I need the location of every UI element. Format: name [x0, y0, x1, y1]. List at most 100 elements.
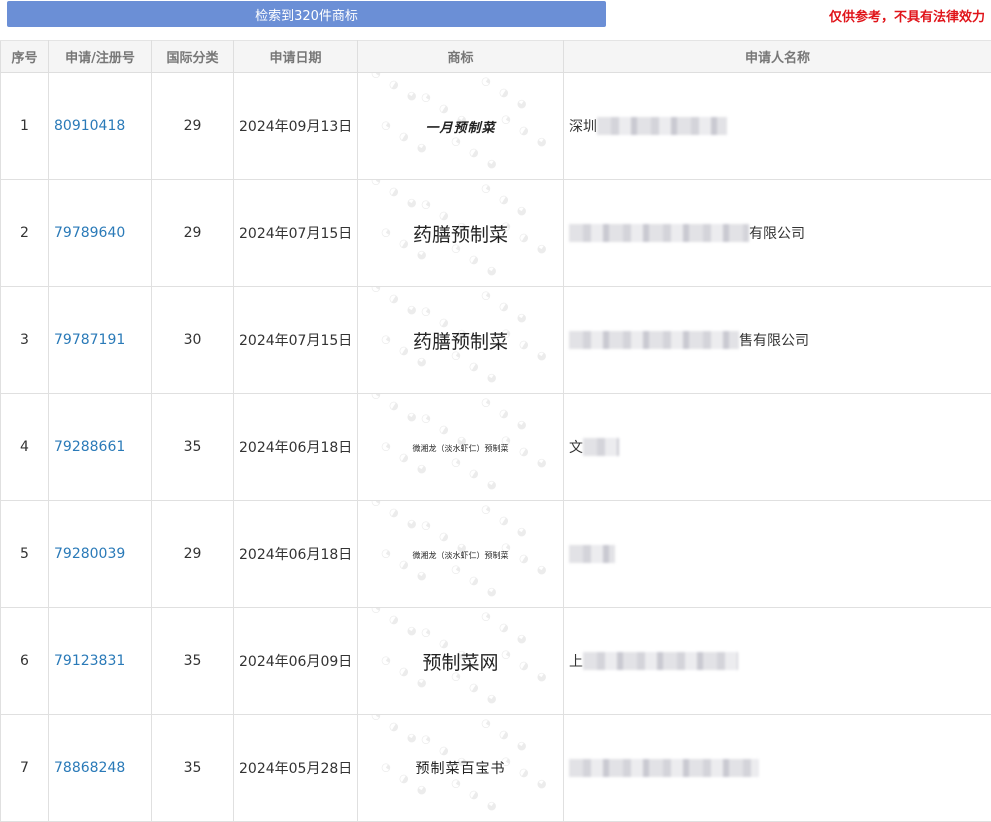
- row-seq: 5: [1, 501, 49, 608]
- trademark-image: 微湘龙（淡水虾仁）预制菜: [413, 551, 509, 560]
- col-header-date[interactable]: 申请日期: [234, 41, 358, 73]
- watermark-glyph: ◔ ◑ ◕: [449, 561, 503, 602]
- row-reg-no: 80910418: [49, 73, 152, 180]
- table-row[interactable]: 579280039292024年06月18日◔ ◑ ◕◔ ◑ ◕◔ ◑ ◕◔ ◑…: [1, 501, 991, 608]
- watermark-glyph: ◔ ◑ ◕: [499, 111, 553, 152]
- row-date: 2024年06月09日: [234, 608, 358, 715]
- reg-no-link[interactable]: 79787191: [54, 332, 125, 348]
- trademark-table: 序号 申请/注册号 国际分类 申请日期 商标 申请人名称 1 80910418 29…: [0, 40, 991, 822]
- watermark-glyph: ◔ ◑ ◕: [369, 180, 423, 213]
- row-seq: 7: [1, 715, 49, 822]
- watermark-glyph: ◔ ◑ ◕: [479, 608, 533, 649]
- watermark-glyph: ◔ ◑ ◕: [449, 454, 503, 495]
- watermark-glyph: ◔ ◑ ◕: [479, 715, 533, 756]
- row-mark[interactable]: ◔ ◑ ◕◔ ◑ ◕◔ ◑ ◕◔ ◑ ◕◔ ◑ ◕◔ ◑ ◕一月预制菜: [358, 73, 564, 180]
- row-date: 2024年06月18日: [234, 394, 358, 501]
- reg-no-link[interactable]: 78868248: [54, 760, 125, 776]
- row-applicant: 有限公司: [564, 180, 991, 287]
- watermark-glyph: ◔ ◑ ◕: [449, 240, 503, 281]
- watermark-glyph: ◔ ◑ ◕: [369, 73, 423, 106]
- watermark-glyph: ◔ ◑ ◕: [369, 287, 423, 320]
- table-row[interactable]: 679123831352024年06月09日◔ ◑ ◕◔ ◑ ◕◔ ◑ ◕◔ ◑…: [1, 608, 991, 715]
- row-mark[interactable]: ◔ ◑ ◕◔ ◑ ◕◔ ◑ ◕◔ ◑ ◕◔ ◑ ◕◔ ◑ ◕微湘龙（淡水虾仁）预…: [358, 501, 564, 608]
- row-class: 35: [152, 394, 234, 501]
- row-seq: 4: [1, 394, 49, 501]
- row-mark[interactable]: ◔ ◑ ◕◔ ◑ ◕◔ ◑ ◕◔ ◑ ◕◔ ◑ ◕◔ ◑ ◕药膳预制菜: [358, 287, 564, 394]
- watermark-glyph: ◔ ◑ ◕: [479, 287, 533, 328]
- watermark-glyph: ◔ ◑ ◕: [479, 394, 533, 435]
- reg-no-link[interactable]: 79123831: [54, 653, 125, 669]
- col-header-applicant[interactable]: 申请人名称: [564, 41, 991, 73]
- row-applicant: 文: [564, 394, 991, 501]
- row-class: 29: [152, 73, 234, 180]
- row-date: 2024年05月28日: [234, 715, 358, 822]
- watermark-glyph: ◔ ◑ ◕: [449, 347, 503, 388]
- trademark-image: 一月预制菜: [425, 121, 495, 136]
- watermark-glyph: ◔ ◑ ◕: [479, 501, 533, 542]
- row-date: 2024年06月18日: [234, 501, 358, 608]
- applicant-redacted: [569, 224, 749, 242]
- trademark-image: 药膳预制菜: [413, 224, 508, 246]
- row-mark[interactable]: ◔ ◑ ◕◔ ◑ ◕◔ ◑ ◕◔ ◑ ◕◔ ◑ ◕◔ ◑ ◕微湘龙（淡水虾仁）预…: [358, 394, 564, 501]
- applicant-visible-text: 文: [569, 440, 583, 456]
- row-applicant: [564, 715, 991, 822]
- row-class: 30: [152, 287, 234, 394]
- row-class: 29: [152, 501, 234, 608]
- row-seq: 2: [1, 180, 49, 287]
- applicant-visible-suffix: 有限公司: [749, 226, 805, 242]
- row-seq: 6: [1, 608, 49, 715]
- row-class: 29: [152, 180, 234, 287]
- row-reg-no: 79787191: [49, 287, 152, 394]
- table-row[interactable]: 479288661352024年06月18日◔ ◑ ◕◔ ◑ ◕◔ ◑ ◕◔ ◑…: [1, 394, 991, 501]
- applicant-redacted: [569, 759, 759, 777]
- row-applicant: 售有限公司: [564, 287, 991, 394]
- watermark-glyph: ◔ ◑ ◕: [499, 753, 553, 794]
- watermark-glyph: ◔ ◑ ◕: [369, 394, 423, 427]
- trademark-image: 药膳预制菜: [413, 331, 508, 353]
- watermark-glyph: ◔ ◑ ◕: [479, 73, 533, 114]
- row-applicant: 上: [564, 608, 991, 715]
- col-header-seq[interactable]: 序号: [1, 41, 49, 73]
- watermark-glyph: ◔ ◑ ◕: [449, 133, 503, 174]
- reg-no-link[interactable]: 79280039: [54, 546, 125, 562]
- trademark-image: 预制菜百宝书: [416, 761, 506, 777]
- table-header-row: 序号 申请/注册号 国际分类 申请日期 商标 申请人名称: [1, 41, 991, 73]
- row-applicant: 深圳: [564, 73, 991, 180]
- row-reg-no: 78868248: [49, 715, 152, 822]
- row-date: 2024年09月13日: [234, 73, 358, 180]
- row-class: 35: [152, 608, 234, 715]
- row-seq: 1: [1, 73, 49, 180]
- row-class: 35: [152, 715, 234, 822]
- table-row[interactable]: 379787191302024年07月15日◔ ◑ ◕◔ ◑ ◕◔ ◑ ◕◔ ◑…: [1, 287, 991, 394]
- row-reg-no: 79288661: [49, 394, 152, 501]
- watermark-glyph: ◔ ◑ ◕: [369, 715, 423, 748]
- row-date: 2024年07月15日: [234, 287, 358, 394]
- reg-no-link[interactable]: 79789640: [54, 225, 125, 241]
- trademark-image: 微湘龙（淡水虾仁）预制菜: [413, 444, 509, 453]
- applicant-redacted: [569, 331, 739, 349]
- watermark-glyph: ◔ ◑ ◕: [369, 501, 423, 534]
- col-header-reg-no[interactable]: 申请/注册号: [49, 41, 152, 73]
- row-mark[interactable]: ◔ ◑ ◕◔ ◑ ◕◔ ◑ ◕◔ ◑ ◕◔ ◑ ◕◔ ◑ ◕预制菜网: [358, 608, 564, 715]
- disclaimer-text: 仅供参考，不具有法律效力: [829, 6, 985, 25]
- reg-no-link[interactable]: 79288661: [54, 439, 125, 455]
- watermark-glyph: ◔ ◑ ◕: [369, 608, 423, 641]
- applicant-redacted: [583, 652, 738, 670]
- col-header-class[interactable]: 国际分类: [152, 41, 234, 73]
- table-row[interactable]: 778868248352024年05月28日◔ ◑ ◕◔ ◑ ◕◔ ◑ ◕◔ ◑…: [1, 715, 991, 822]
- watermark-glyph: ◔ ◑ ◕: [499, 646, 553, 687]
- applicant-redacted: [597, 117, 727, 135]
- table-row[interactable]: 279789640292024年07月15日◔ ◑ ◕◔ ◑ ◕◔ ◑ ◕◔ ◑…: [1, 180, 991, 287]
- search-result-button[interactable]: 检索到320件商标: [7, 1, 606, 27]
- applicant-redacted: [583, 438, 619, 456]
- table-row[interactable]: 180910418292024年09月13日◔ ◑ ◕◔ ◑ ◕◔ ◑ ◕◔ ◑…: [1, 73, 991, 180]
- row-date: 2024年07月15日: [234, 180, 358, 287]
- row-seq: 3: [1, 287, 49, 394]
- applicant-visible-text: 深圳: [569, 119, 597, 135]
- reg-no-link[interactable]: 80910418: [54, 118, 125, 134]
- row-reg-no: 79789640: [49, 180, 152, 287]
- top-bar: 检索到320件商标 仅供参考，不具有法律效力: [0, 0, 991, 40]
- row-mark[interactable]: ◔ ◑ ◕◔ ◑ ◕◔ ◑ ◕◔ ◑ ◕◔ ◑ ◕◔ ◑ ◕预制菜百宝书: [358, 715, 564, 822]
- col-header-mark[interactable]: 商标: [358, 41, 564, 73]
- row-mark[interactable]: ◔ ◑ ◕◔ ◑ ◕◔ ◑ ◕◔ ◑ ◕◔ ◑ ◕◔ ◑ ◕药膳预制菜: [358, 180, 564, 287]
